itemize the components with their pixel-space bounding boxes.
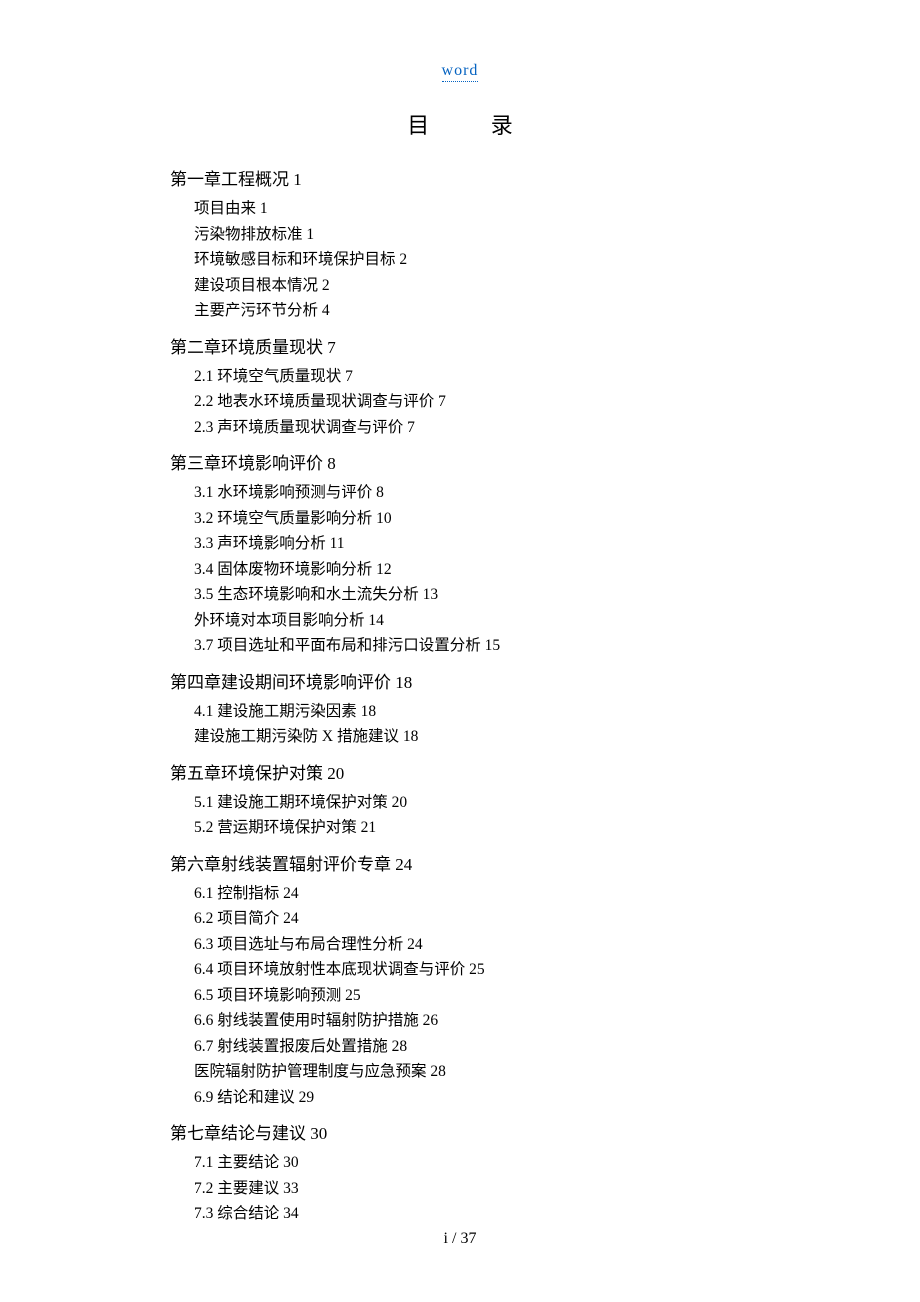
document-page: word 目 录 第一章工程概况 1 项目由来 1 污染物排放标准 1 环境敏感… [0, 0, 920, 1227]
header-link-container: word [170, 62, 750, 80]
chapter-heading: 第七章结论与建议 30 [170, 1120, 750, 1148]
chapter-heading: 第三章环境影响评价 8 [170, 450, 750, 478]
toc-item: 项目由来 1 [194, 196, 750, 222]
page-footer: i / 37 [0, 1230, 920, 1248]
chapter-heading: 第四章建设期间环境影响评价 18 [170, 669, 750, 697]
toc-item: 6.5 项目环境影响预测 25 [194, 983, 750, 1009]
toc-item: 3.2 环境空气质量影响分析 10 [194, 506, 750, 532]
toc-chapter: 第三章环境影响评价 8 3.1 水环境影响预测与评价 8 3.2 环境空气质量影… [170, 450, 750, 659]
toc-item: 3.1 水环境影响预测与评价 8 [194, 480, 750, 506]
toc-chapter: 第二章环境质量现状 7 2.1 环境空气质量现状 7 2.2 地表水环境质量现状… [170, 334, 750, 441]
chapter-items: 7.1 主要结论 30 7.2 主要建议 33 7.3 综合结论 34 [170, 1150, 750, 1227]
toc-chapter: 第七章结论与建议 30 7.1 主要结论 30 7.2 主要建议 33 7.3 … [170, 1120, 750, 1227]
toc-item: 环境敏感目标和环境保护目标 2 [194, 247, 750, 273]
chapter-items: 5.1 建设施工期环境保护对策 20 5.2 营运期环境保护对策 21 [170, 790, 750, 841]
toc-chapter: 第六章射线装置辐射评价专章 24 6.1 控制指标 24 6.2 项目简介 24… [170, 851, 750, 1111]
toc-item: 5.1 建设施工期环境保护对策 20 [194, 790, 750, 816]
chapter-items: 2.1 环境空气质量现状 7 2.2 地表水环境质量现状调查与评价 7 2.3 … [170, 364, 750, 441]
toc-item: 医院辐射防护管理制度与应急预案 28 [194, 1059, 750, 1085]
chapter-heading: 第一章工程概况 1 [170, 166, 750, 194]
toc-item: 3.3 声环境影响分析 11 [194, 531, 750, 557]
toc-item: 6.4 项目环境放射性本底现状调查与评价 25 [194, 957, 750, 983]
toc-item: 5.2 营运期环境保护对策 21 [194, 815, 750, 841]
toc-item: 6.1 控制指标 24 [194, 881, 750, 907]
toc-item: 主要产污环节分析 4 [194, 298, 750, 324]
chapter-items: 6.1 控制指标 24 6.2 项目简介 24 6.3 项目选址与布局合理性分析… [170, 881, 750, 1111]
toc-item: 6.9 结论和建议 29 [194, 1085, 750, 1111]
toc-item: 3.7 项目选址和平面布局和排污口设置分析 15 [194, 633, 750, 659]
toc-item: 建设施工期污染防 X 措施建议 18 [194, 724, 750, 750]
toc-item: 外环境对本项目影响分析 14 [194, 608, 750, 634]
toc-item: 建设项目根本情况 2 [194, 273, 750, 299]
chapter-heading: 第五章环境保护对策 20 [170, 760, 750, 788]
toc-item: 6.6 射线装置使用时辐射防护措施 26 [194, 1008, 750, 1034]
toc-item: 2.2 地表水环境质量现状调查与评价 7 [194, 389, 750, 415]
toc-item: 2.1 环境空气质量现状 7 [194, 364, 750, 390]
toc-item: 6.7 射线装置报废后处置措施 28 [194, 1034, 750, 1060]
toc-item: 7.1 主要结论 30 [194, 1150, 750, 1176]
word-link[interactable]: word [442, 62, 479, 82]
toc-item: 污染物排放标准 1 [194, 222, 750, 248]
chapter-heading: 第二章环境质量现状 7 [170, 334, 750, 362]
toc-chapter: 第四章建设期间环境影响评价 18 4.1 建设施工期污染因素 18 建设施工期污… [170, 669, 750, 750]
toc-chapter: 第五章环境保护对策 20 5.1 建设施工期环境保护对策 20 5.2 营运期环… [170, 760, 750, 841]
chapter-items: 4.1 建设施工期污染因素 18 建设施工期污染防 X 措施建议 18 [170, 699, 750, 750]
toc-item: 4.1 建设施工期污染因素 18 [194, 699, 750, 725]
toc-chapter: 第一章工程概况 1 项目由来 1 污染物排放标准 1 环境敏感目标和环境保护目标… [170, 166, 750, 324]
toc-item: 7.2 主要建议 33 [194, 1176, 750, 1202]
toc-item: 6.2 项目简介 24 [194, 906, 750, 932]
toc-item: 3.4 固体废物环境影响分析 12 [194, 557, 750, 583]
chapter-items: 项目由来 1 污染物排放标准 1 环境敏感目标和环境保护目标 2 建设项目根本情… [170, 196, 750, 324]
chapter-items: 3.1 水环境影响预测与评价 8 3.2 环境空气质量影响分析 10 3.3 声… [170, 480, 750, 659]
toc-item: 3.5 生态环境影响和水土流失分析 13 [194, 582, 750, 608]
chapter-heading: 第六章射线装置辐射评价专章 24 [170, 851, 750, 879]
toc-item: 7.3 综合结论 34 [194, 1201, 750, 1227]
toc-item: 2.3 声环境质量现状调查与评价 7 [194, 415, 750, 441]
toc-title: 目 录 [170, 108, 750, 140]
toc-item: 6.3 项目选址与布局合理性分析 24 [194, 932, 750, 958]
